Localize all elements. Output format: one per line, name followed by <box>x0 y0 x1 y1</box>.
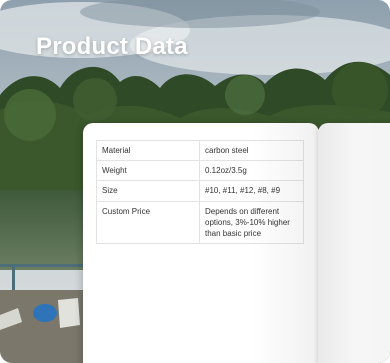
table-row: Material carbon steel <box>96 139 304 162</box>
spec-value: #10, #11, #12, #8, #9 <box>199 180 304 202</box>
spec-value: 0.12oz/3.5g <box>199 160 304 182</box>
table-row: Custom Price Depends on different option… <box>96 200 304 245</box>
spec-label: Material <box>96 139 200 162</box>
spec-label: Custom Price <box>96 200 200 245</box>
table-row: Weight 0.12oz/3.5g <box>96 160 304 182</box>
spec-label: Size <box>96 180 200 202</box>
page-title: Product Data <box>36 33 188 60</box>
spec-value: Depends on different options, 3%-10% hig… <box>199 200 304 245</box>
spec-sheet-page: Material carbon steel Weight 0.12oz/3.5g… <box>83 123 319 363</box>
spec-value: carbon steel <box>199 139 304 162</box>
product-data-card: Product Data Material carbon steel Weigh… <box>0 0 390 363</box>
table-row: Size #10, #11, #12, #8, #9 <box>96 180 304 202</box>
spec-table: Material carbon steel Weight 0.12oz/3.5g… <box>96 139 304 245</box>
spec-label: Weight <box>96 160 200 182</box>
next-page[interactable] <box>318 123 390 363</box>
